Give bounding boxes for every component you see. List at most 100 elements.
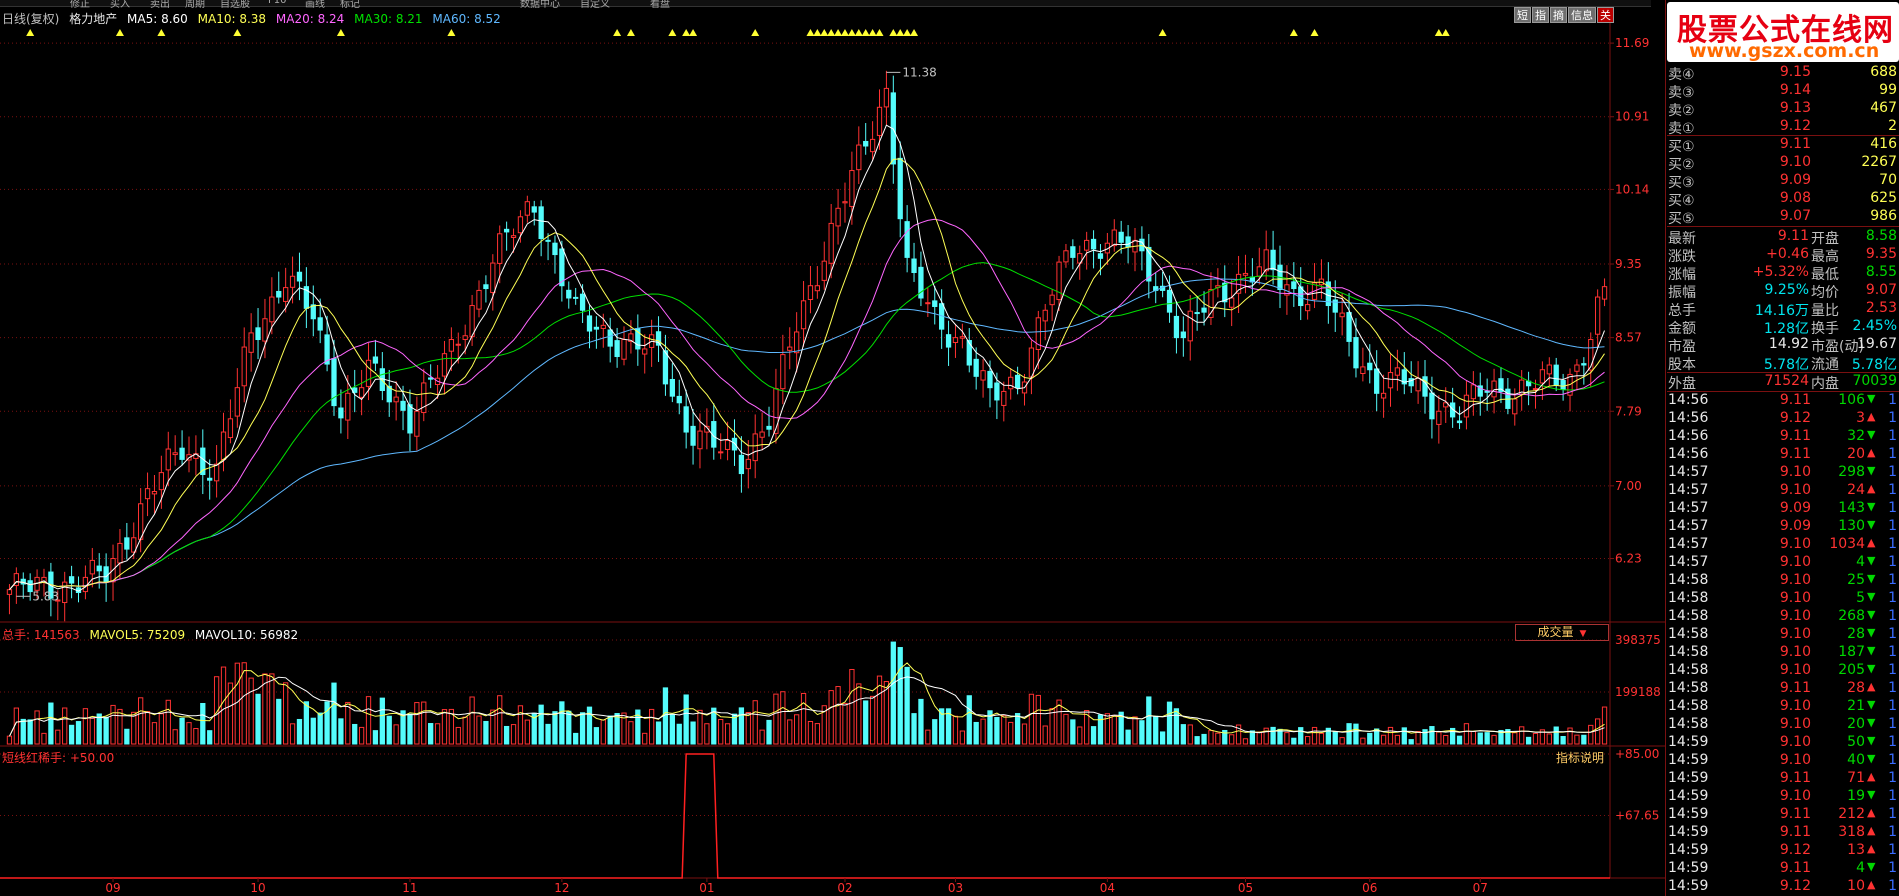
quote-row: 股本 5.78亿 流通 5.78亿 [1667, 354, 1899, 373]
volume-bar-up [1512, 732, 1518, 745]
candle-down [1429, 392, 1435, 420]
panel-divider [1667, 226, 1899, 227]
candle-up [144, 488, 151, 500]
volume-legend: 总手: 141563 MAVOL5: 75209 MAVOL10: 56982 [2, 626, 304, 643]
month-label: 02 [837, 881, 852, 895]
arrow-down-icon: ▼ [1867, 860, 1876, 873]
price-axis-label: 6.23 [1615, 552, 1642, 566]
order-price: 9.15 [1779, 64, 1811, 80]
candle-down [1070, 246, 1076, 258]
candle-down [662, 350, 669, 385]
candle-down [994, 382, 1000, 401]
volume-bar-up [1519, 726, 1525, 745]
volume-bar-up [510, 724, 517, 745]
tick-time: 14:56 [1668, 410, 1709, 426]
order-sell-row[interactable]: 卖② 9.13 467 [1667, 100, 1899, 119]
order-volume: 70 [1879, 172, 1897, 188]
candle-up [1028, 347, 1035, 378]
volume-bar-up [414, 702, 420, 745]
order-level-label: 买⑤ [1668, 211, 1695, 227]
indicator-icon[interactable]: 指 [1532, 7, 1549, 23]
tick-row: 14:59 9.11 71 ▲ 1 [1667, 770, 1899, 788]
volume-bar-down [324, 701, 330, 745]
info-button[interactable]: 信息 [1568, 7, 1596, 23]
chart-mode-label[interactable]: 日线(复权) [2, 12, 59, 26]
quote-value: +0.46 [1766, 246, 1809, 262]
order-buy-row[interactable]: 买② 9.10 2267 [1667, 154, 1899, 173]
order-sell-row[interactable]: 卖③ 9.14 99 [1667, 82, 1899, 101]
candle-up [6, 589, 13, 595]
indicator-line [0, 753, 1610, 879]
short-term-icon[interactable]: 短 [1514, 7, 1531, 23]
volume-bar-down [1014, 713, 1021, 745]
volume-bar-up [220, 666, 227, 745]
signal-triangle-icon [875, 29, 884, 36]
signal-triangle-icon [233, 29, 242, 36]
volume-indicator-select[interactable]: 成交量 ▼ [1515, 624, 1609, 641]
close-icon[interactable]: 关 [1597, 7, 1614, 23]
order-buy-row[interactable]: 买① 9.11 416 [1667, 136, 1899, 155]
excerpt-icon[interactable]: 摘 [1550, 7, 1567, 23]
tick-price: 9.11 [1779, 806, 1811, 822]
candle-up [117, 542, 123, 564]
arrow-down-icon: ▼ [1867, 608, 1876, 621]
site-watermark: 股票公式在线网 www.gszx.com.cn [1667, 2, 1899, 62]
signal-triangle-icon [861, 29, 870, 36]
kline-chart-canvas[interactable]: 11.69 10.91 10.14 9.35 8.57 7.79 7.00 6.23 11.38… [0, 0, 1665, 896]
tick-volume: 10 [1847, 878, 1865, 894]
volume-bar-down [68, 724, 75, 745]
volume-bar-down [711, 707, 717, 745]
candle-down [400, 400, 406, 411]
volume-bar-up [980, 718, 986, 745]
tick-volume: 40 [1847, 752, 1865, 768]
order-sell-row[interactable]: 卖① 9.12 2 [1667, 118, 1899, 137]
order-volume: 467 [1870, 100, 1897, 116]
month-label: 07 [1473, 881, 1488, 895]
volume-bar-down [96, 713, 102, 745]
candle-up [497, 233, 503, 264]
volume-bar-down [276, 698, 282, 745]
order-price: 9.08 [1779, 190, 1811, 206]
candle-up [241, 346, 247, 387]
candle-down [573, 296, 579, 299]
volume-bar-up [172, 729, 178, 745]
order-sell-row[interactable]: 卖④ 9.15 688 [1667, 64, 1899, 83]
candle-up [213, 463, 220, 482]
candle-down [1367, 362, 1373, 371]
candle-up [835, 207, 841, 227]
volume-bar-up [724, 723, 731, 745]
kline-chart-panel[interactable]: 修正 买入 卖出 周期 自选股 F10 画线 标记 数据中心 自定义 看盘 11.69 10.91 10… [0, 0, 1665, 896]
candle-up [510, 235, 517, 238]
volume-bar-down [1422, 729, 1428, 745]
tick-row: 14:58 9.10 28 ▼ 1 [1667, 626, 1899, 644]
ma5-line [9, 124, 1605, 592]
low-marker-label: 5.83 [32, 589, 59, 603]
tick-volume: 187 [1838, 644, 1865, 660]
tick-row: 14:59 9.11 4 ▼ 1 [1667, 860, 1899, 878]
quote-row: 最新 9.11 开盘 8.58 [1667, 228, 1899, 247]
candle-down [124, 537, 130, 550]
order-buy-row[interactable]: 买③ 9.09 70 [1667, 172, 1899, 191]
candle-up [1256, 266, 1262, 277]
volume-bar-down [1180, 724, 1186, 745]
candle-down [407, 404, 413, 434]
volume-bar-down [918, 698, 924, 745]
volume-bar-up [165, 699, 171, 745]
indicator-help-link[interactable]: 指标说明 [1556, 749, 1604, 766]
order-level-label: 卖④ [1668, 67, 1695, 83]
volume-bar-up [787, 719, 793, 745]
candle-up [807, 285, 814, 300]
volume-bar-up [1567, 727, 1573, 745]
ma60-line [9, 278, 1605, 591]
volume-bar-up [642, 732, 648, 745]
signal-triangle-icon [834, 29, 843, 36]
volume-bar-down [20, 718, 26, 745]
order-buy-row[interactable]: 买④ 9.08 625 [1667, 190, 1899, 209]
volume-bar-up [704, 723, 710, 745]
volume-bar-up [773, 693, 779, 745]
tick-count: 1 [1888, 680, 1897, 696]
candle-up [89, 559, 95, 575]
tick-price: 9.10 [1779, 662, 1811, 678]
candle-down [1201, 307, 1207, 313]
order-buy-row[interactable]: 买⑤ 9.07 986 [1667, 208, 1899, 227]
